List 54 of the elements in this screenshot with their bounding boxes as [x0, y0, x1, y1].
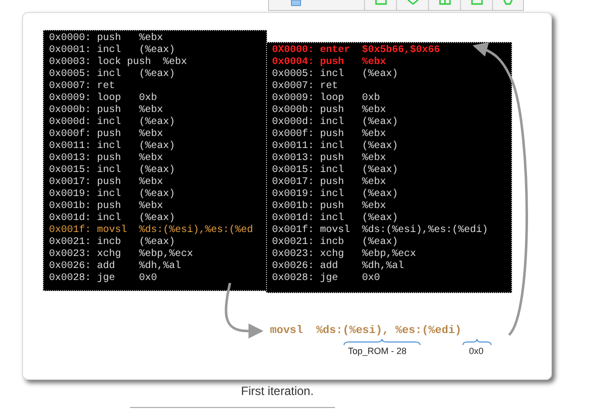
- brace-icon: [343, 338, 421, 346]
- annotation-label: Top_ROM - 28: [348, 346, 407, 356]
- code-line: 0x0004: push %ebx: [272, 57, 388, 68]
- code-line: 0x0000: push %ebx: [49, 33, 164, 44]
- code-line: 0x0007: ret: [49, 81, 116, 92]
- annotation-label: 0x0: [469, 346, 484, 356]
- code-line: 0x0023: xchg %ebp,%ecx: [49, 249, 194, 260]
- curved-arrow: [224, 282, 264, 338]
- toolbar-button[interactable]: [492, 0, 524, 10]
- code-line: 0x001d: incl (%eax): [49, 213, 176, 224]
- toolbar-icon: [471, 0, 483, 5]
- code-line: 0x000f: push %ebx: [49, 129, 164, 140]
- document-icon: [291, 0, 301, 6]
- code-line: 0x000f: push %ebx: [272, 129, 388, 140]
- code-line: 0x0003: lock push %ebx: [49, 57, 188, 68]
- code-line: 0x0021: incb (%eax): [272, 237, 400, 248]
- code-line: 0x0021: incb (%eax): [49, 237, 176, 248]
- code-line: 0x0028: jge 0x0: [49, 273, 158, 285]
- instruction-text: movsl %ds:(%esi), %es:(%edi): [270, 325, 462, 337]
- code-line: 0x000b: push %ebx: [49, 105, 164, 116]
- code-line: 0x0019: incl (%eax): [272, 189, 400, 200]
- code-line: 0x0005: incl (%eax): [272, 69, 400, 81]
- code-line: 0x0026: add %dh,%al: [49, 261, 182, 272]
- code-line: 0x0028: jge 0x0: [272, 273, 382, 285]
- code-line: 0x0017: push %ebx: [272, 177, 388, 188]
- toolbar-icon: [407, 0, 419, 5]
- code-line: 0x000d: incl (%eax): [272, 117, 400, 128]
- code-line: 0x000d: incl (%eax): [49, 117, 176, 128]
- code-line: 0x0015: incl (%eax): [272, 165, 400, 176]
- brace-icon: [462, 338, 492, 346]
- code-line: 0x0001: incl (%eax): [49, 45, 176, 56]
- code-line: 0x001f: movsl %ds:(%esi),%es:(%ed: [49, 225, 254, 236]
- code-line: 0x0009: loop 0xb: [49, 93, 158, 104]
- code-line: 0x001b: push %ebx: [49, 201, 164, 212]
- code-line: 0x0007: ret: [272, 81, 340, 92]
- code-line: 0x0019: incl (%eax): [49, 189, 176, 200]
- toolbar-icon: [439, 0, 451, 5]
- code-line: 0x0013: push %ebx: [49, 153, 164, 164]
- code-line: 0x0005: incl (%eax): [49, 69, 176, 81]
- code-line: 0x0026: add %dh,%al: [272, 261, 406, 272]
- code-line: 0x001f: movsl %ds:(%esi),%es:(%edi): [272, 225, 490, 236]
- code-line: 0x001d: incl (%eax): [272, 213, 400, 224]
- code-line: 0x0009: loop 0xb: [272, 93, 382, 104]
- toolbar-icon: [375, 0, 387, 5]
- code-line: 0x0017: push %ebx: [49, 177, 164, 188]
- code-line: 0x0013: push %ebx: [272, 153, 388, 164]
- code-line: 0x0015: incl (%eax): [49, 165, 176, 176]
- figure-caption: First iteration.: [241, 384, 314, 398]
- code-line: 0x001b: push %ebx: [272, 201, 388, 212]
- code-line: 0x0011: incl (%eax): [49, 141, 176, 152]
- code-line: 0x000b: push %ebx: [272, 105, 388, 116]
- code-line: 0X0000: enter $0x5b66,$0x66: [272, 45, 442, 56]
- code-line: 0x0023: xchg %ebp,%ecx: [272, 249, 418, 260]
- code-line: 0x0011: incl (%eax): [272, 141, 400, 152]
